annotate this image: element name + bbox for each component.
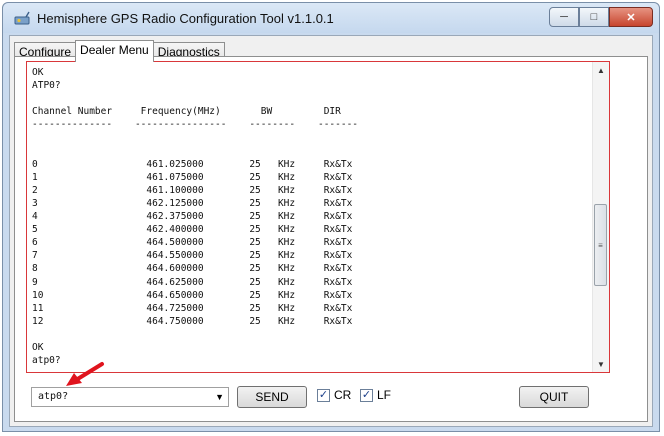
maximize-button[interactable]: □ [579,7,609,27]
dropdown-arrow-icon[interactable]: ▼ [215,392,224,402]
minimize-button[interactable]: ─ [549,7,579,27]
checkmark-icon: ✓ [318,389,329,401]
console-scrollbar[interactable]: ▲ ≡ ▼ [592,62,609,372]
quit-button[interactable]: QUIT [519,386,589,408]
scroll-up-arrow-icon[interactable]: ▲ [593,62,609,78]
minimize-icon: ─ [560,11,568,23]
cr-checkbox[interactable]: ✓ [317,389,330,402]
lf-label: LF [377,388,392,402]
title-bar: Hemisphere GPS Radio Configuration Tool … [3,3,659,33]
annotation-arrow-icon [66,362,104,386]
console-output[interactable]: OK ATP0? Channel Number Frequency(MHz) B… [26,61,610,373]
grip-icon: ≡ [598,240,603,250]
scroll-down-arrow-icon[interactable]: ▼ [593,356,609,372]
send-button[interactable]: SEND [237,386,307,408]
window-controls: ─ □ ✕ [549,7,653,27]
command-combobox[interactable]: atp0? ▼ [31,387,229,407]
console-text: OK ATP0? Channel Number Frequency(MHz) B… [32,67,359,367]
command-input[interactable]: atp0? [38,391,68,402]
window-title: Hemisphere GPS Radio Configuration Tool … [37,11,334,26]
command-bar: atp0? ▼ SEND ✓ CR ✓ LF QUIT [15,379,647,421]
lf-checkbox[interactable]: ✓ [360,389,373,402]
cr-label: CR [334,388,352,402]
tab-dealer-menu[interactable]: Dealer Menu [75,40,154,62]
scrollbar-thumb[interactable]: ≡ [594,204,607,286]
close-icon: ✕ [626,11,636,24]
radio-app-icon [14,11,30,25]
checkmark-icon: ✓ [361,389,372,401]
dealer-menu-panel: OK ATP0? Channel Number Frequency(MHz) B… [14,56,648,422]
close-button[interactable]: ✕ [609,7,653,27]
maximize-icon: □ [590,11,598,23]
